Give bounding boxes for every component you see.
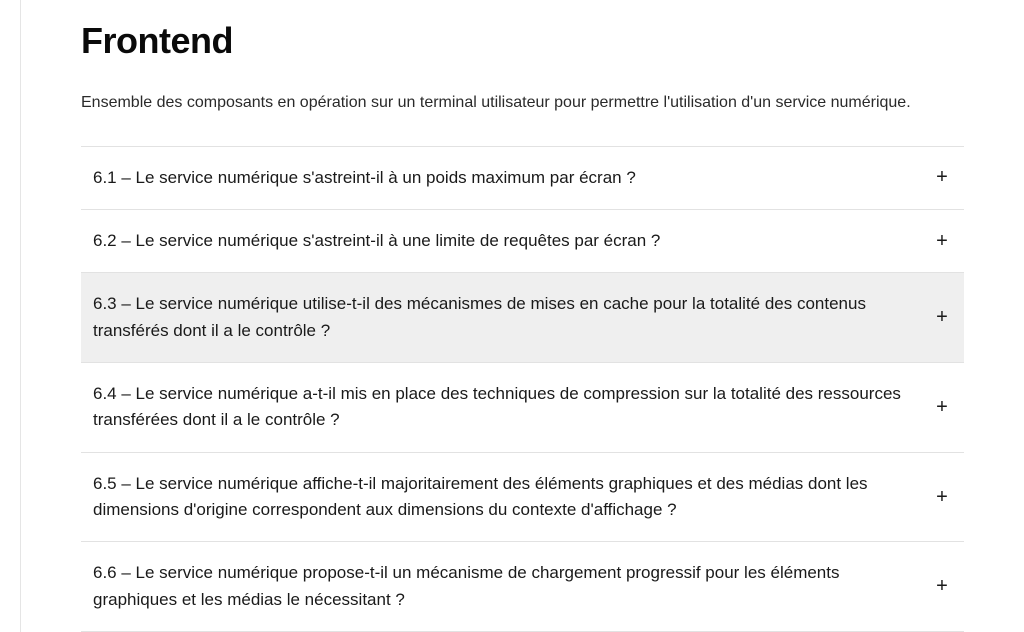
main-container: Frontend Ensemble des composants en opér… [20,0,1024,632]
plus-icon: + [932,486,952,509]
accordion-item-label: 6.6 – Le service numérique propose-t-il … [93,560,932,613]
page-title: Frontend [81,20,964,62]
accordion-item-label: 6.2 – Le service numérique s'astreint-il… [93,228,684,254]
accordion-item-label: 6.1 – Le service numérique s'astreint-il… [93,165,660,191]
accordion-item[interactable]: 6.4 – Le service numérique a-t-il mis en… [81,363,964,453]
accordion-item-label: 6.3 – Le service numérique utilise-t-il … [93,291,932,344]
accordion-item[interactable]: 6.2 – Le service numérique s'astreint-il… [81,210,964,273]
accordion-item[interactable]: 6.5 – Le service numérique affiche-t-il … [81,453,964,543]
plus-icon: + [932,306,952,329]
accordion-item[interactable]: 6.3 – Le service numérique utilise-t-il … [81,273,964,363]
accordion-item[interactable]: 6.1 – Le service numérique s'astreint-il… [81,147,964,210]
plus-icon: + [932,396,952,419]
accordion-item-label: 6.5 – Le service numérique affiche-t-il … [93,471,932,524]
plus-icon: + [932,166,952,189]
accordion-list: 6.1 – Le service numérique s'astreint-il… [81,146,964,632]
plus-icon: + [932,575,952,598]
plus-icon: + [932,230,952,253]
page-description: Ensemble des composants en opération sur… [81,90,964,116]
accordion-item-label: 6.4 – Le service numérique a-t-il mis en… [93,381,932,434]
accordion-item[interactable]: 6.6 – Le service numérique propose-t-il … [81,542,964,632]
